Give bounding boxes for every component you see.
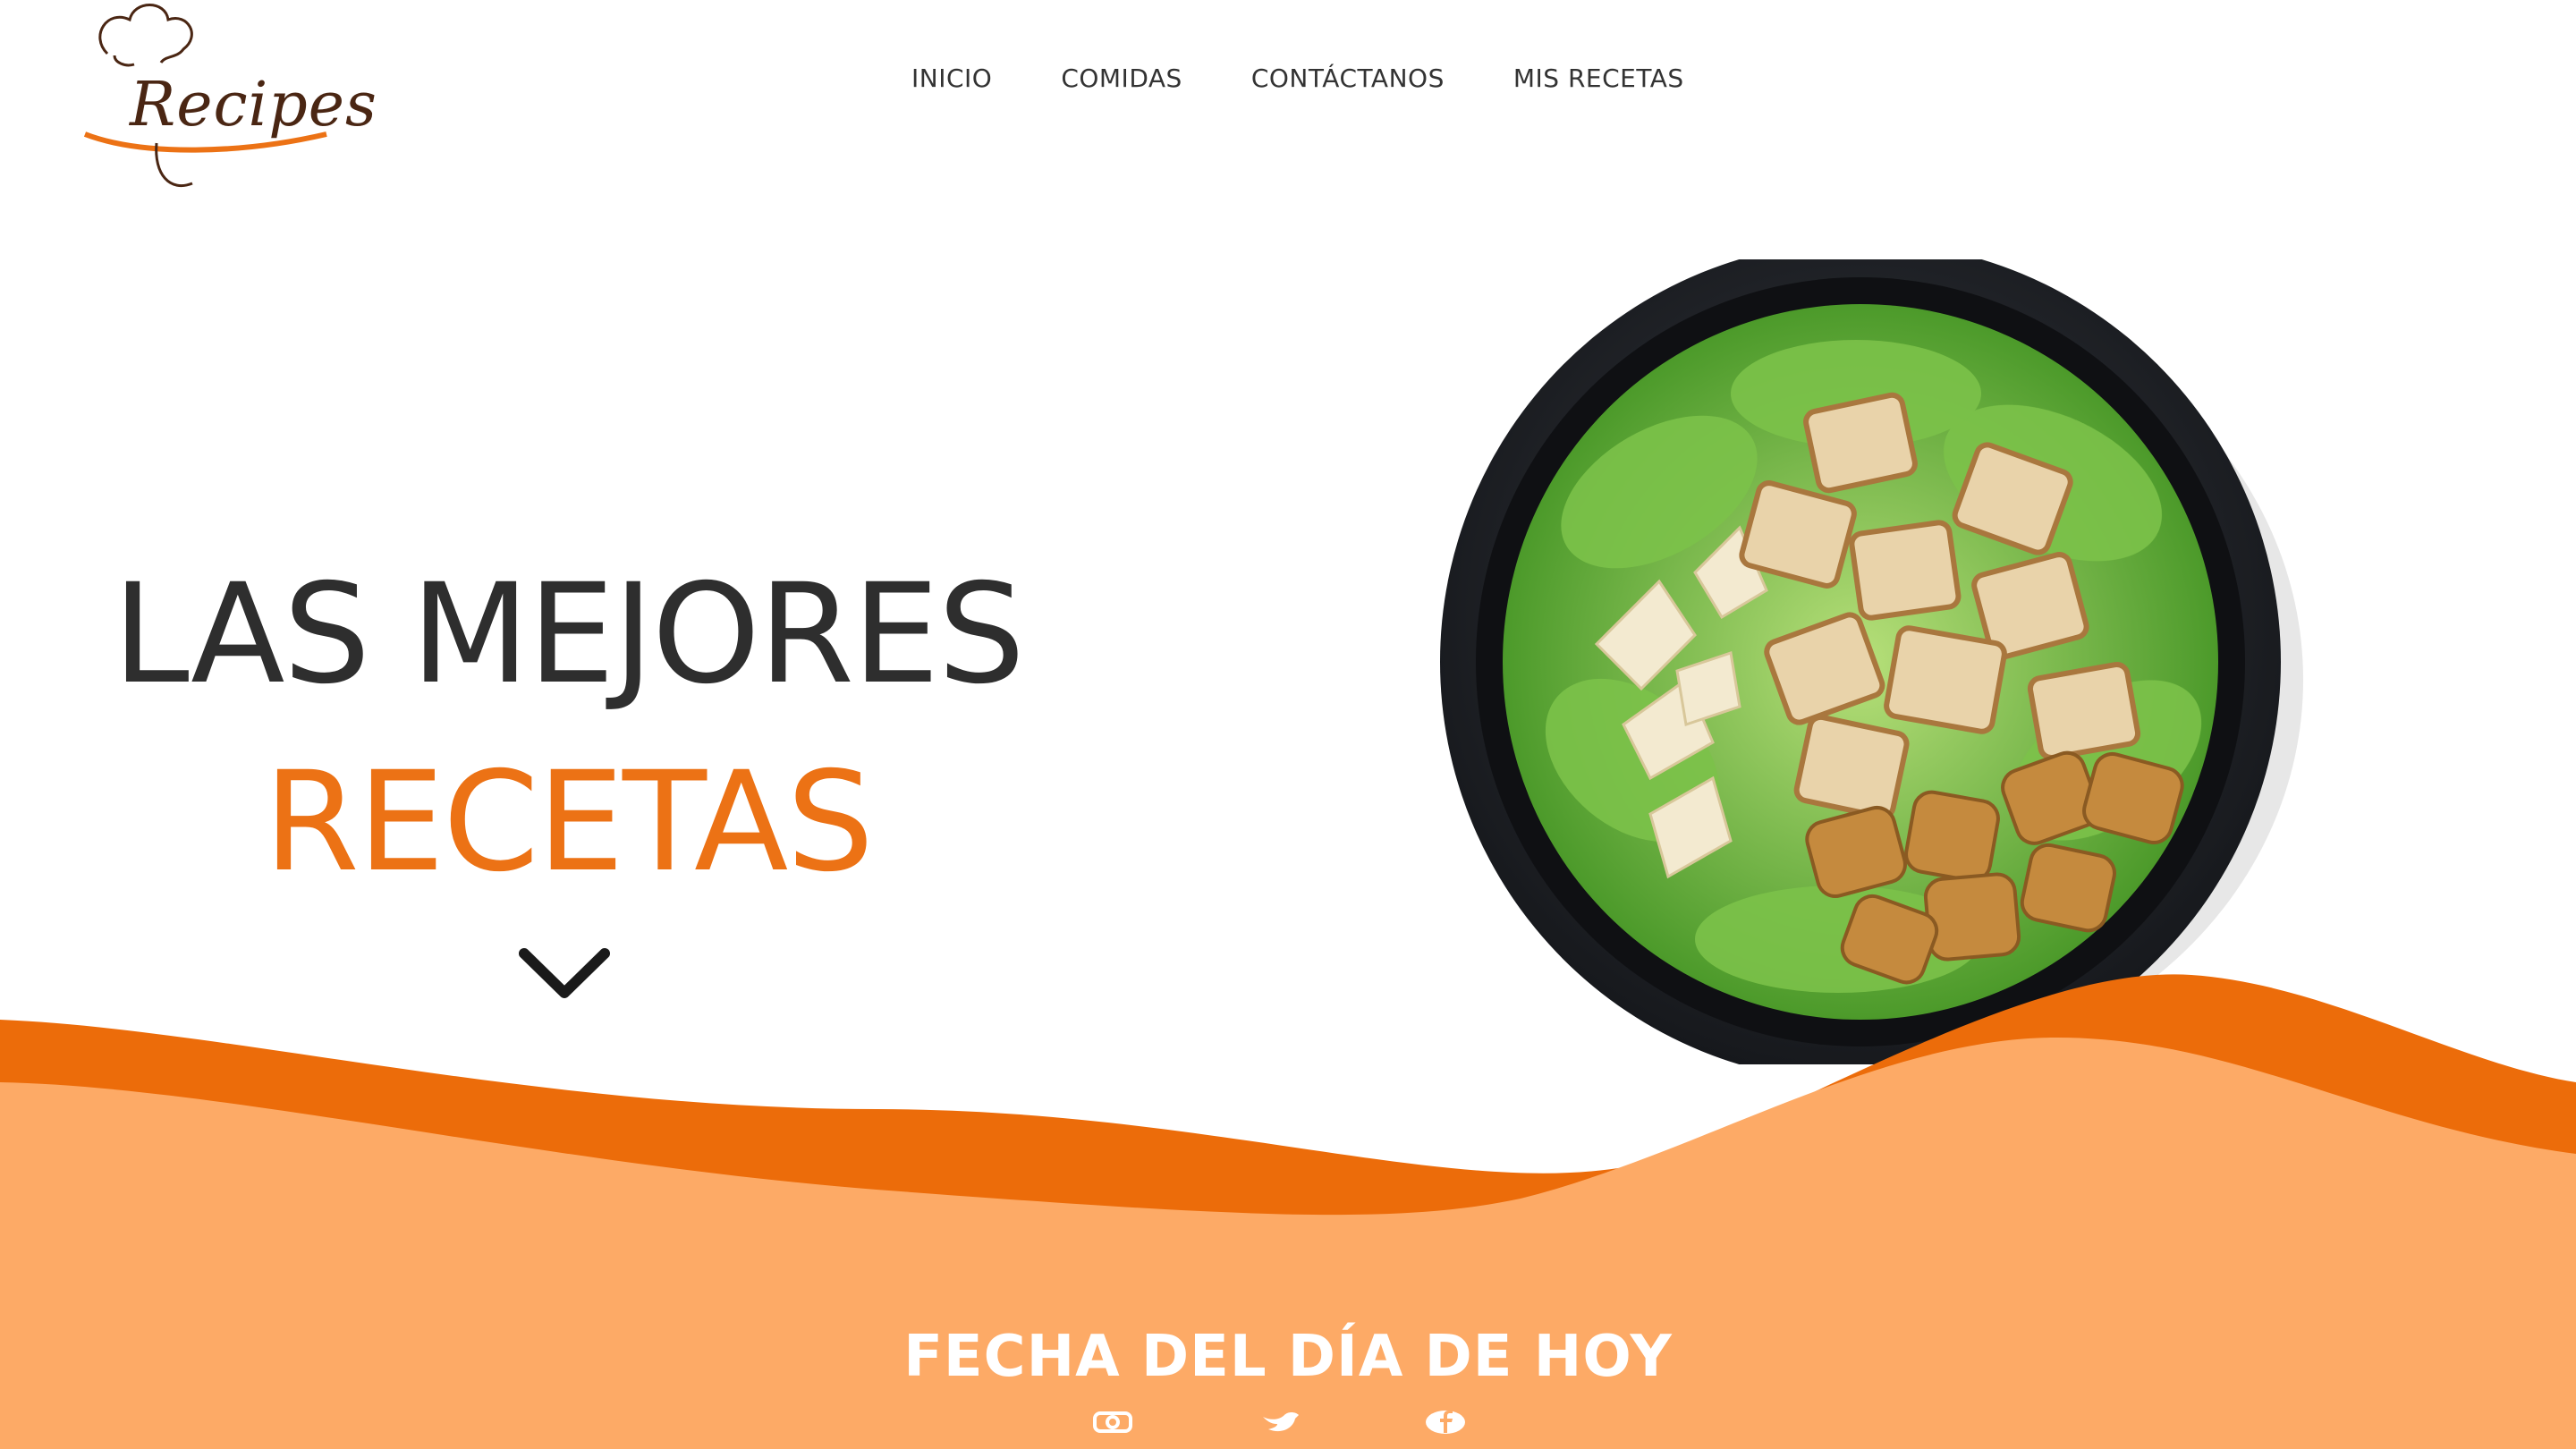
social-links — [1091, 1408, 1485, 1444]
logo-text: Recipes — [130, 70, 377, 140]
nav-item-inicio[interactable]: INICIO — [911, 61, 992, 97]
facebook-icon[interactable] — [1424, 1408, 1467, 1436]
hero-title-line1: LAS MEJORES — [112, 555, 1025, 715]
twitter-icon[interactable] — [1259, 1408, 1302, 1436]
hero-title-line2: RECETAS — [263, 742, 874, 902]
footer-title: FECHA DEL DÍA DE HOY — [903, 1324, 1673, 1390]
instagram-icon[interactable] — [1091, 1408, 1134, 1436]
nav-item-contactanos[interactable]: CONTÁCTANOS — [1251, 61, 1445, 97]
nav-item-comidas[interactable]: COMIDAS — [1061, 61, 1182, 97]
site-logo[interactable]: Recipes — [80, 0, 377, 206]
site-header: Recipes INICIO COMIDAS CONTÁCTANOS MIS R… — [0, 0, 2576, 206]
nav-item-mis-recetas[interactable]: MIS RECETAS — [1513, 61, 1684, 97]
main-nav: INICIO COMIDAS CONTÁCTANOS MIS RECETAS — [911, 61, 1684, 97]
